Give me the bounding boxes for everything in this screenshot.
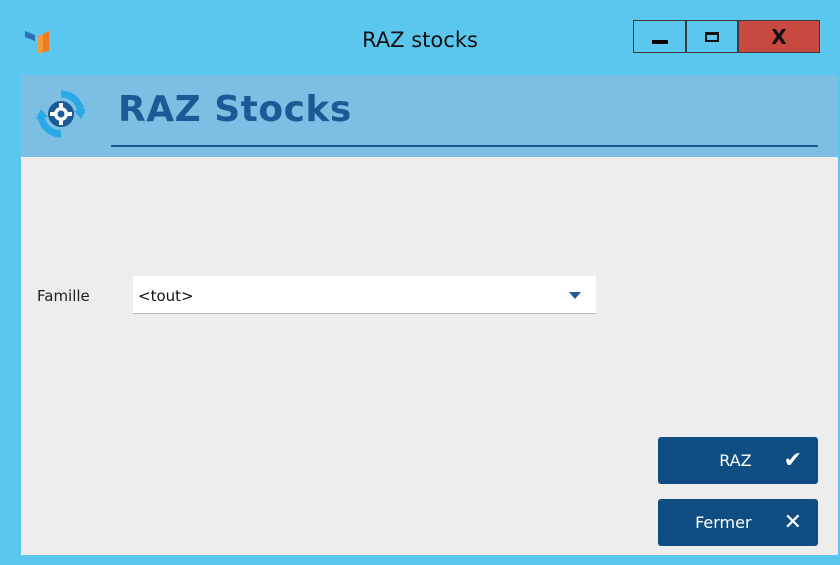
close-button[interactable]: X: [738, 20, 820, 53]
app-window: RAZ stocks X RAZ Stocks Famille <tout> R…: [0, 0, 840, 565]
check-icon: ✔: [783, 447, 802, 473]
minimize-button[interactable]: [633, 20, 686, 53]
header-underline: [111, 145, 818, 147]
famille-label: Famille: [37, 287, 90, 305]
famille-select[interactable]: <tout>: [133, 276, 596, 314]
fermer-button-label: Fermer: [695, 513, 752, 532]
title-bar[interactable]: RAZ stocks X: [0, 0, 840, 74]
maximize-button[interactable]: [686, 20, 738, 53]
raz-button-label: RAZ: [719, 451, 752, 470]
fermer-button[interactable]: Fermer ✕: [658, 499, 818, 546]
raz-button[interactable]: RAZ ✔: [658, 437, 818, 484]
maximize-icon: [705, 31, 719, 42]
gear-refresh-icon: [36, 90, 86, 138]
page-title: RAZ Stocks: [118, 89, 352, 130]
close-icon: X: [771, 24, 787, 49]
close-x-icon: ✕: [783, 509, 802, 535]
chevron-down-icon[interactable]: [569, 292, 581, 299]
famille-select-value: <tout>: [138, 287, 194, 305]
header-band: RAZ Stocks: [21, 75, 838, 157]
minimize-icon: [651, 39, 668, 44]
dialog-body: RAZ Stocks Famille <tout> RAZ ✔ Fermer ✕: [21, 75, 838, 555]
